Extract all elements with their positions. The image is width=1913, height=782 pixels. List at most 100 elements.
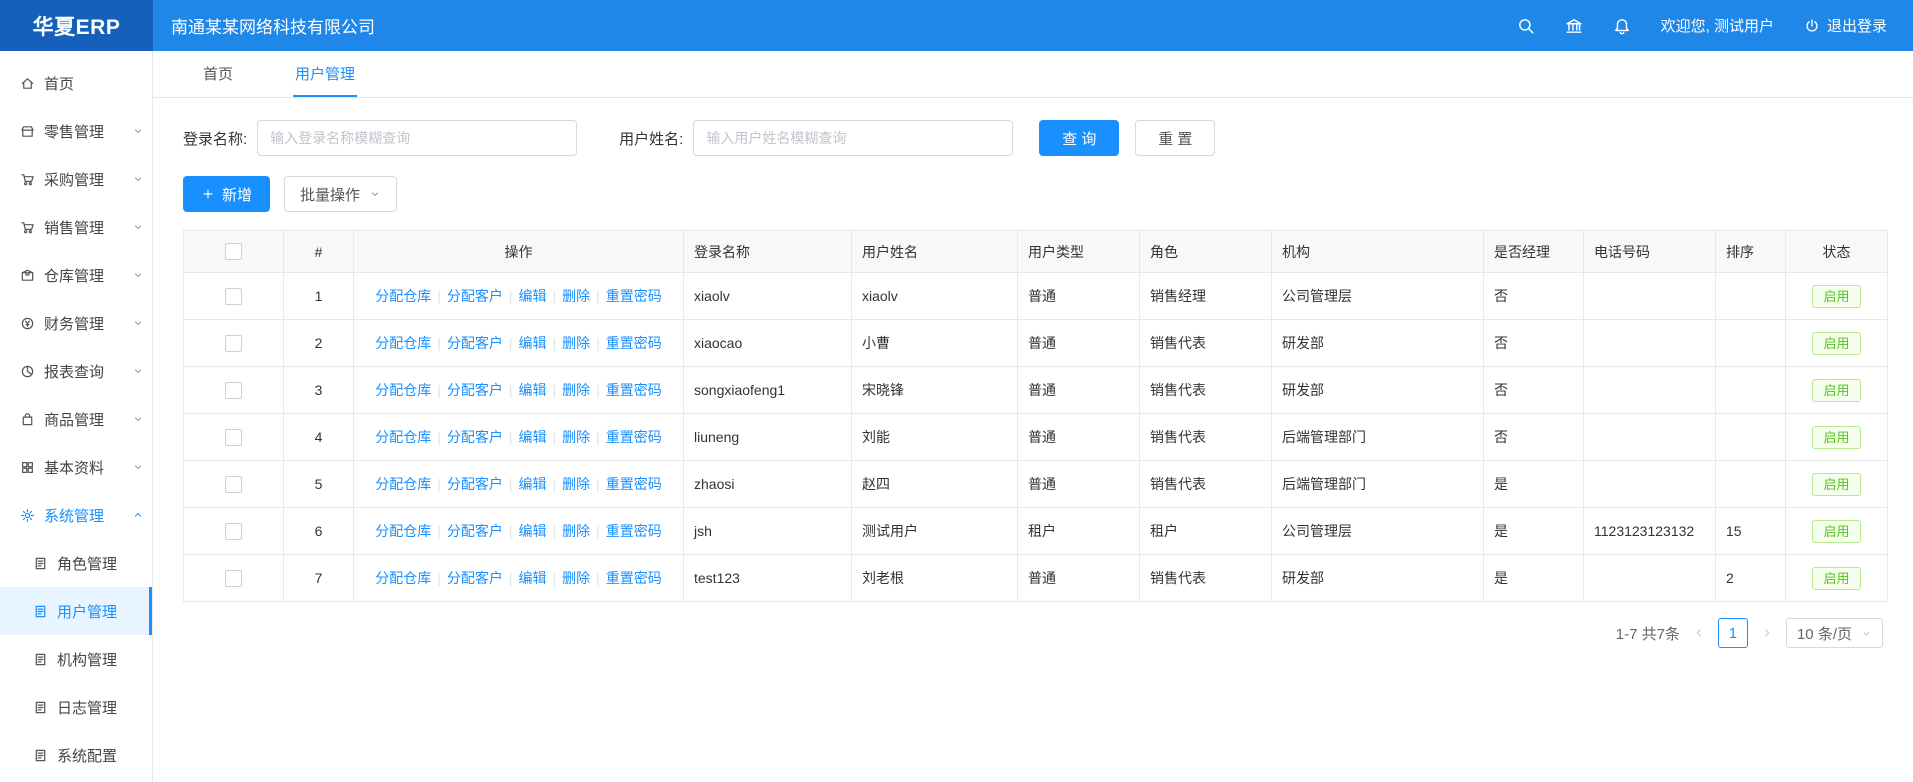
row-checkbox[interactable] (225, 570, 242, 587)
cell-sort (1716, 367, 1786, 414)
reset-password-link[interactable]: 重置密码 (606, 429, 662, 445)
row-checkbox[interactable] (225, 335, 242, 352)
reset-password-link[interactable]: 重置密码 (606, 335, 662, 351)
sidebar-item-basedata[interactable]: 基本资料 (0, 443, 152, 491)
cell-role: 销售代表 (1140, 320, 1272, 367)
edit-link[interactable]: 编辑 (519, 288, 547, 304)
row-checkbox[interactable] (225, 382, 242, 399)
row-checkbox[interactable] (225, 429, 242, 446)
sidebar-item-retail[interactable]: 零售管理 (0, 107, 152, 155)
column-header: 操作 (354, 231, 684, 273)
row-checkbox[interactable] (225, 523, 242, 540)
column-header: # (284, 231, 354, 273)
assign-customer-link[interactable]: 分配客户 (447, 335, 503, 351)
edit-link[interactable]: 编辑 (519, 429, 547, 445)
delete-link[interactable]: 删除 (562, 570, 590, 586)
assign-warehouse-link[interactable]: 分配仓库 (375, 382, 431, 398)
delete-link[interactable]: 删除 (562, 523, 590, 539)
sidebar-item-system[interactable]: 系统管理 (0, 491, 152, 539)
add-button[interactable]: 新增 (183, 176, 270, 212)
sidebar-item-label: 系统配置 (57, 745, 117, 766)
logout-button[interactable]: 退出登录 (1804, 15, 1887, 36)
assign-warehouse-link[interactable]: 分配仓库 (375, 429, 431, 445)
sidebar-item-label: 仓库管理 (44, 265, 104, 286)
sidebar-item-goods[interactable]: 商品管理 (0, 395, 152, 443)
platform-icon[interactable] (1565, 17, 1583, 35)
sidebar-item-finance[interactable]: 财务管理 (0, 299, 152, 347)
sidebar-item-report[interactable]: 报表查询 (0, 347, 152, 395)
assign-warehouse-link[interactable]: 分配仓库 (375, 288, 431, 304)
assign-warehouse-link[interactable]: 分配仓库 (375, 335, 431, 351)
sidebar-item-system-config[interactable]: 系统配置 (0, 731, 152, 779)
row-index: 7 (284, 555, 354, 602)
batch-operations-button[interactable]: 批量操作 (284, 176, 397, 212)
edit-link[interactable]: 编辑 (519, 523, 547, 539)
sidebar-item-role-management[interactable]: 角色管理 (0, 539, 152, 587)
cell-login: xiaocao (684, 320, 852, 367)
sidebar-item-warehouse[interactable]: 仓库管理 (0, 251, 152, 299)
assign-customer-link[interactable]: 分配客户 (447, 382, 503, 398)
bell-icon[interactable] (1613, 17, 1631, 35)
main-area: 首页用户管理 登录名称: 用户姓名: 查 询 重 置 新增 批 (153, 51, 1913, 782)
reset-password-link[interactable]: 重置密码 (606, 476, 662, 492)
status-badge: 启用 (1812, 285, 1860, 308)
edit-link[interactable]: 编辑 (519, 335, 547, 351)
page-size-value: 10 条/页 (1797, 623, 1852, 644)
row-checkbox[interactable] (225, 476, 242, 493)
cell-org: 后端管理部门 (1272, 461, 1484, 508)
select-all-checkbox[interactable] (225, 243, 242, 260)
assign-customer-link[interactable]: 分配客户 (447, 288, 503, 304)
sidebar-item-label: 角色管理 (57, 553, 117, 574)
delete-link[interactable]: 删除 (562, 429, 590, 445)
row-actions: 分配仓库|分配客户|编辑|删除|重置密码 (354, 414, 684, 461)
tab-user-management[interactable]: 用户管理 (293, 51, 357, 97)
sidebar-item-sales[interactable]: 销售管理 (0, 203, 152, 251)
cell-manager: 是 (1484, 508, 1584, 555)
page-number-button[interactable]: 1 (1718, 618, 1748, 648)
delete-link[interactable]: 删除 (562, 335, 590, 351)
reset-password-link[interactable]: 重置密码 (606, 288, 662, 304)
page-size-select[interactable]: 10 条/页 (1786, 618, 1883, 648)
assign-customer-link[interactable]: 分配客户 (447, 476, 503, 492)
tab-home[interactable]: 首页 (201, 51, 235, 97)
assign-customer-link[interactable]: 分配客户 (447, 570, 503, 586)
next-page-button[interactable] (1760, 626, 1774, 640)
search-icon[interactable] (1517, 17, 1535, 35)
grid-icon (20, 460, 35, 475)
app-logo: 华夏ERP (0, 0, 153, 51)
sidebar-item-org-management[interactable]: 机构管理 (0, 635, 152, 683)
search-button[interactable]: 查 询 (1039, 120, 1119, 156)
delete-link[interactable]: 删除 (562, 288, 590, 304)
assign-warehouse-link[interactable]: 分配仓库 (375, 523, 431, 539)
edit-link[interactable]: 编辑 (519, 382, 547, 398)
table-header-row: #操作登录名称用户姓名用户类型角色机构是否经理电话号码排序状态 (184, 231, 1888, 273)
prev-page-button[interactable] (1692, 626, 1706, 640)
reset-password-link[interactable]: 重置密码 (606, 523, 662, 539)
assign-customer-link[interactable]: 分配客户 (447, 523, 503, 539)
sidebar-item-user-management[interactable]: 用户管理 (0, 587, 152, 635)
assign-warehouse-link[interactable]: 分配仓库 (375, 570, 431, 586)
edit-link[interactable]: 编辑 (519, 476, 547, 492)
cell-role: 销售代表 (1140, 414, 1272, 461)
sidebar-item-log-management[interactable]: 日志管理 (0, 683, 152, 731)
login-name-input[interactable] (257, 120, 577, 156)
delete-link[interactable]: 删除 (562, 382, 590, 398)
assign-warehouse-link[interactable]: 分配仓库 (375, 476, 431, 492)
cell-phone (1584, 273, 1716, 320)
delete-link[interactable]: 删除 (562, 476, 590, 492)
user-name-input[interactable] (693, 120, 1013, 156)
sidebar-item-home[interactable]: 首页 (0, 59, 152, 107)
tab-bar: 首页 用户管理 (153, 51, 1913, 98)
row-checkbox[interactable] (225, 288, 242, 305)
action-separator: | (596, 382, 600, 398)
sidebar-item-purchase[interactable]: 采购管理 (0, 155, 152, 203)
assign-customer-link[interactable]: 分配客户 (447, 429, 503, 445)
reset-password-link[interactable]: 重置密码 (606, 382, 662, 398)
reset-password-link[interactable]: 重置密码 (606, 570, 662, 586)
sidebar-item-label: 销售管理 (44, 217, 104, 238)
edit-link[interactable]: 编辑 (519, 570, 547, 586)
doc-icon (33, 748, 48, 763)
row-select-cell (184, 461, 284, 508)
reset-button[interactable]: 重 置 (1135, 120, 1215, 156)
cell-sort (1716, 414, 1786, 461)
